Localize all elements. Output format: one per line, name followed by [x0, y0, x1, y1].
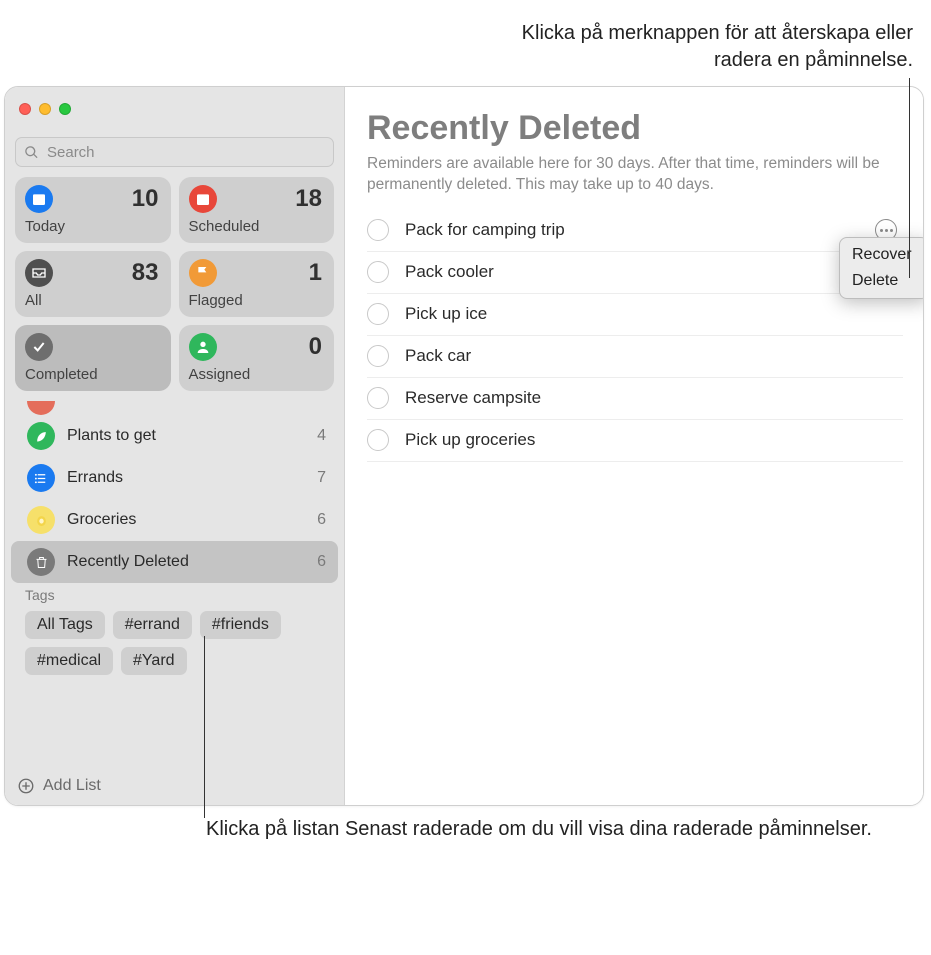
reminder-row[interactable]: Pack cooler [367, 252, 903, 294]
plus-circle-icon [17, 777, 35, 795]
search-field[interactable] [15, 137, 334, 167]
reminder-row[interactable]: Pack for camping trip [367, 210, 903, 252]
menu-item-recover[interactable]: Recover [840, 242, 924, 268]
list-label: Errands [67, 469, 305, 487]
list-icon [27, 401, 55, 415]
menu-item-delete[interactable]: Delete [840, 268, 924, 294]
check-icon [25, 333, 53, 361]
reminder-row[interactable]: Reserve campsite [367, 378, 903, 420]
callout-bottom-text: Klicka på listan Senast raderade om du v… [206, 818, 872, 840]
trash-icon [27, 548, 55, 576]
smart-label: Flagged [189, 292, 323, 309]
smart-card-today[interactable]: 10 Today [15, 177, 171, 243]
tag-pill[interactable]: #friends [200, 611, 281, 639]
person-icon [189, 333, 217, 361]
list-label: Recently Deleted [67, 553, 305, 571]
titlebar [5, 87, 344, 131]
search-input[interactable] [45, 143, 325, 162]
smart-card-completed[interactable]: Completed [15, 325, 171, 391]
reminders-list: Pack for camping trip Pack cooler Pick u… [367, 210, 903, 462]
list-count: 7 [317, 469, 326, 487]
list-count: 4 [317, 427, 326, 445]
list-label: Plants to get [67, 427, 305, 445]
smart-card-all[interactable]: 83 All [15, 251, 171, 317]
complete-toggle[interactable] [367, 345, 389, 367]
page-description: Reminders are available here for 30 days… [367, 154, 887, 196]
smart-label: Completed [25, 366, 159, 383]
sidebar: 10 Today 18 Scheduled [5, 87, 345, 805]
smart-card-assigned[interactable]: 0 Assigned [179, 325, 335, 391]
tag-pill[interactable]: #Yard [121, 647, 187, 675]
add-list-label: Add List [43, 777, 101, 795]
list-item-groceries[interactable]: Groceries 6 [5, 499, 344, 541]
callout-top-text: Klicka på merknappen för att återskapa e… [522, 22, 913, 71]
search-icon [24, 145, 39, 160]
smart-count: 18 [295, 185, 322, 213]
smart-count: 0 [309, 333, 322, 361]
calendar-icon [189, 185, 217, 213]
smart-card-scheduled[interactable]: 18 Scheduled [179, 177, 335, 243]
context-menu: Recover Delete [839, 237, 924, 299]
reminder-title: Reserve campsite [405, 388, 541, 408]
reminder-row[interactable]: Pick up ice [367, 294, 903, 336]
complete-toggle[interactable] [367, 303, 389, 325]
reminder-title: Pick up ice [405, 304, 487, 324]
callout-leader-line [204, 636, 205, 818]
app-window: 10 Today 18 Scheduled [4, 86, 924, 806]
add-list-button[interactable]: Add List [5, 769, 344, 805]
reminder-title: Pack cooler [405, 262, 494, 282]
tag-pill[interactable]: #errand [113, 611, 192, 639]
tag-pill[interactable]: All Tags [25, 611, 105, 639]
smart-count: 83 [132, 259, 159, 287]
list-count: 6 [317, 511, 326, 529]
tag-pill[interactable]: #medical [25, 647, 113, 675]
callout-bottom: Klicka på listan Senast raderade om du v… [0, 806, 931, 873]
reminder-row[interactable]: Pack car [367, 336, 903, 378]
list-item-recently-deleted[interactable]: Recently Deleted 6 [11, 541, 338, 583]
smart-count: 10 [132, 185, 159, 213]
tags-section: Tags All Tags #errand #friends #medical … [5, 583, 344, 675]
smart-label: All [25, 292, 159, 309]
complete-toggle[interactable] [367, 387, 389, 409]
window-minimize-button[interactable] [39, 103, 51, 115]
reminder-title: Pack car [405, 346, 471, 366]
reminder-title: Pack for camping trip [405, 220, 565, 240]
page-title: Recently Deleted [367, 109, 903, 148]
main-pane: Recently Deleted Reminders are available… [345, 87, 923, 805]
leaf-icon [27, 422, 55, 450]
smart-card-flagged[interactable]: 1 Flagged [179, 251, 335, 317]
reminder-row[interactable]: Pick up groceries [367, 420, 903, 462]
list-count: 6 [317, 553, 326, 571]
complete-toggle[interactable] [367, 219, 389, 241]
reminder-title: Pick up groceries [405, 430, 535, 450]
smart-label: Scheduled [189, 218, 323, 235]
list-item-plants[interactable]: Plants to get 4 [5, 415, 344, 457]
calendar-icon [25, 185, 53, 213]
tray-icon [25, 259, 53, 287]
callout-leader-line [909, 78, 910, 278]
smart-label: Today [25, 218, 159, 235]
tags-wrap: All Tags #errand #friends #medical #Yard [25, 611, 325, 675]
flag-icon [189, 259, 217, 287]
list-icon [27, 464, 55, 492]
smart-label: Assigned [189, 366, 323, 383]
complete-toggle[interactable] [367, 429, 389, 451]
smart-lists-grid: 10 Today 18 Scheduled [5, 177, 344, 391]
complete-toggle[interactable] [367, 261, 389, 283]
lemon-icon [27, 506, 55, 534]
window-close-button[interactable] [19, 103, 31, 115]
tags-header: Tags [25, 587, 328, 603]
my-lists: Plants to get 4 Errands 7 Groceries 6 [5, 401, 344, 583]
window-zoom-button[interactable] [59, 103, 71, 115]
list-label: Groceries [67, 511, 305, 529]
callout-top: Klicka på merknappen för att återskapa e… [0, 0, 931, 74]
list-item-peek [5, 401, 344, 415]
smart-count: 1 [309, 259, 322, 287]
list-item-errands[interactable]: Errands 7 [5, 457, 344, 499]
